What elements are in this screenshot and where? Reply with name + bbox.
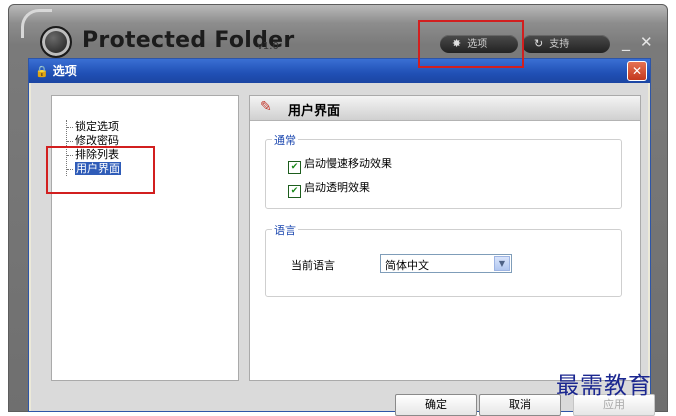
chevron-down-icon[interactable]: ▼ (494, 256, 510, 271)
language-select-value: 简体中文 (385, 259, 429, 272)
section-header: ✎ 用户界面 (250, 96, 640, 121)
general-group: 通常 ✔ 启动慢速移动效果 ✔ 启动透明效果 (265, 132, 622, 209)
current-language-label: 当前语言 (291, 259, 335, 272)
app-close-button[interactable]: ✕ (640, 33, 653, 51)
general-group-legend: 通常 (272, 132, 298, 148)
app-logo-icon (40, 26, 72, 58)
settings-panel: ✎ 用户界面 通常 ✔ 启动慢速移动效果 ✔ 启动透明效果 语言 当前语言 简体中文… (249, 95, 641, 381)
tree-item-lock-options[interactable]: 锁定选项 (67, 120, 121, 134)
support-button-label: 支持 (549, 39, 570, 50)
dialog-titlebar: 🔒 选项 ✕ (29, 59, 650, 83)
annotation-box-tree (46, 146, 155, 194)
watermark: 最需教育 (556, 373, 652, 399)
transparency-effect-checkbox[interactable]: ✔ 启动透明效果 (288, 181, 370, 198)
lock-icon: 🔒 (35, 65, 49, 78)
language-group: 语言 当前语言 简体中文 ▼ (265, 222, 622, 297)
ok-button[interactable]: 确定 (395, 394, 477, 416)
tree-item-label: 锁定选项 (75, 120, 119, 133)
transparency-effect-label: 启动透明效果 (304, 181, 370, 194)
cancel-button[interactable]: 取消 (479, 394, 561, 416)
dialog-body: 锁定选项 修改密码 排除列表 用户界面 ✎ 用户界面 通常 ✔ 启动慢速移动效果 … (31, 83, 655, 416)
pencil-icon: ✎ (260, 99, 272, 115)
options-dialog: 🔒 选项 ✕ 锁定选项 修改密码 排除列表 用户界面 ✎ 用户界面 通常 ✔ 启动慢… (28, 58, 655, 416)
refresh-icon: ↻ (534, 37, 544, 50)
app-minimize-button[interactable]: _ (622, 32, 630, 51)
slow-move-effect-checkbox[interactable]: ✔ 启动慢速移动效果 (288, 157, 392, 174)
language-select[interactable]: 简体中文 ▼ (380, 254, 512, 273)
annotation-box-options (418, 20, 524, 68)
dialog-close-button[interactable]: ✕ (627, 61, 647, 81)
app-version: v1.0 (257, 41, 279, 52)
section-title: 用户界面 (288, 104, 341, 119)
slow-move-effect-label: 启动慢速移动效果 (304, 157, 392, 170)
support-button[interactable]: ↻ 支持 (522, 35, 610, 53)
options-tree-panel: 锁定选项 修改密码 排除列表 用户界面 (51, 95, 239, 381)
language-group-legend: 语言 (272, 222, 298, 238)
checkbox-check-icon: ✔ (288, 161, 301, 174)
checkbox-check-icon: ✔ (288, 185, 301, 198)
dialog-title: 选项 (52, 64, 77, 78)
